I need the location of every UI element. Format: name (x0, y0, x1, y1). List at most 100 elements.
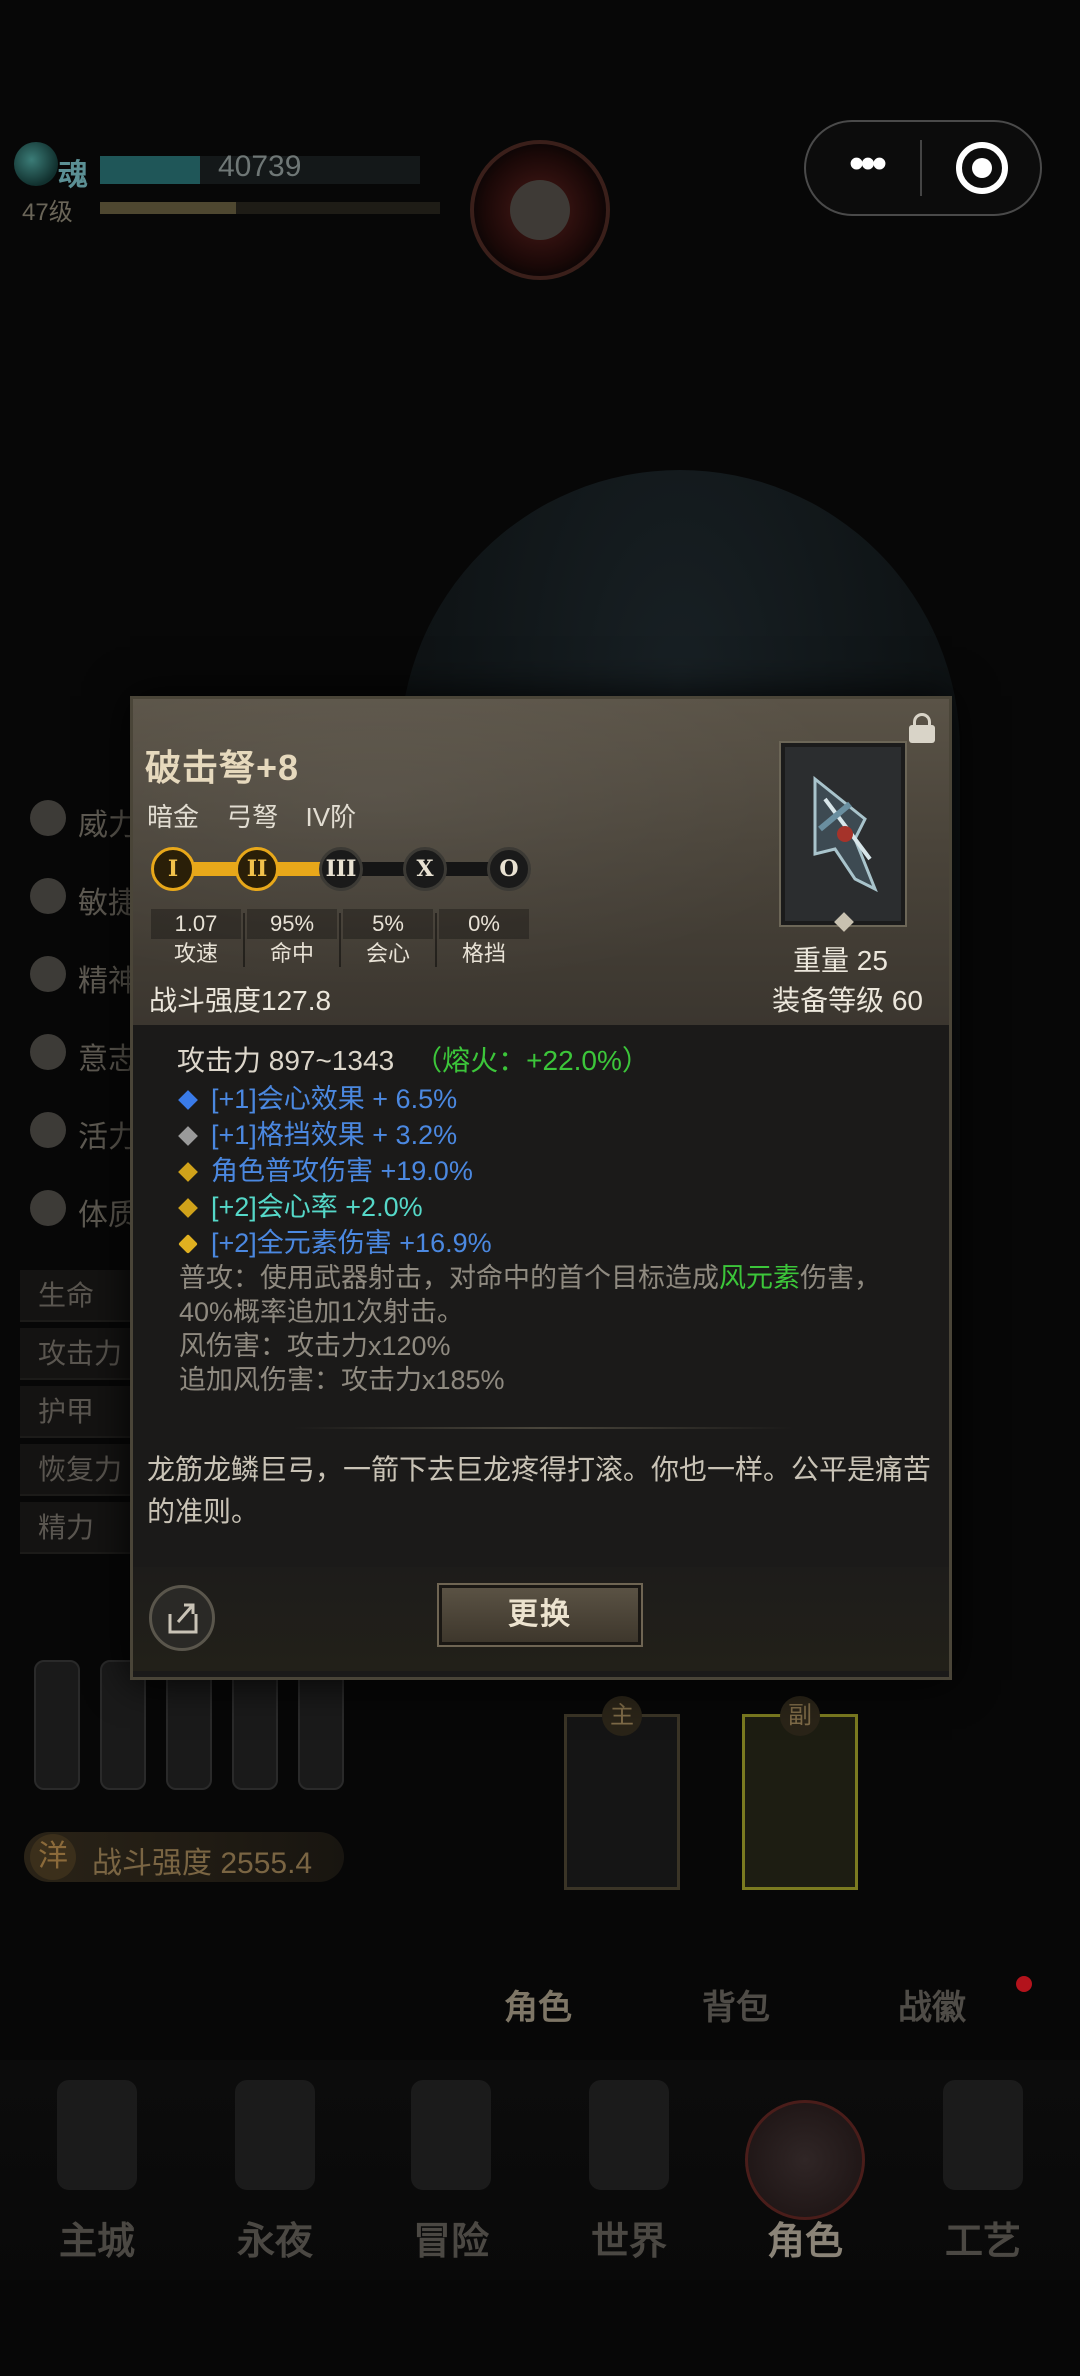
world-wheel-icon (589, 2080, 669, 2190)
action-bar: 更换 (133, 1567, 949, 1671)
item-quality: 暗金 (147, 802, 200, 832)
main-slot-tag: 主 (602, 1696, 642, 1736)
stat-spirit[interactable]: 精神 (30, 950, 140, 1000)
capsule-divider (920, 140, 922, 196)
castle-icon (57, 2080, 137, 2190)
bottom-nav: 主城 永夜 冒险 世界 角色 工艺 (0, 2060, 1080, 2280)
stat-crit: 5% 会心 (343, 909, 437, 971)
character-tabs: 角色 背包 战徽 (0, 1980, 1080, 2050)
affix-basic-attack: 角色普攻伤害 +19.0% (177, 1149, 473, 1188)
swap-button[interactable]: 更换 (437, 1583, 643, 1647)
element-keyword: 风元素 (719, 1263, 800, 1293)
affix-element-damage: [+2]全元素伤害 +16.9% (177, 1221, 492, 1260)
stat-will[interactable]: 意志 (30, 1028, 140, 1078)
player-level: 47级 (22, 199, 73, 226)
vitality-icon (30, 1112, 66, 1148)
main-hand-slot[interactable] (564, 1714, 680, 1890)
frame-gem (834, 912, 854, 932)
tab-emblem[interactable]: 战徽 (898, 1980, 966, 2029)
item-lore: 龙筋龙鳞巨弓，一箭下去巨龙疼得打滚。你也一样。公平是痛苦的准则。 (147, 1454, 932, 1527)
sub-slot-tag: 副 (780, 1696, 820, 1736)
item-body: 攻击力 897~1343 （熔火：+22.0%） [+1]会心效果 + 6.5% … (133, 1025, 949, 1677)
stat-attack-speed: 1.07 攻速 (151, 909, 245, 971)
rank-node: II (235, 847, 279, 891)
divider (293, 1427, 793, 1429)
close-miniprogram-icon[interactable] (956, 142, 1008, 194)
stat-vitality[interactable]: 活力 (30, 1106, 140, 1156)
affix-bullet-icon (178, 1089, 198, 1110)
anvil-icon (943, 2080, 1023, 2190)
spirit-icon (30, 956, 66, 992)
rank-node: X (403, 847, 447, 891)
tab-backpack[interactable]: 背包 (702, 1980, 770, 2029)
affix-bullet-icon (178, 1233, 198, 1254)
agility-icon (30, 878, 66, 914)
nav-character[interactable]: 角色 (720, 2060, 890, 2280)
power-icon (30, 800, 66, 836)
tab-character[interactable]: 角色 (504, 1980, 572, 2029)
attr-hp: 生命 (20, 1270, 130, 1322)
item-tier: IV阶 (305, 802, 357, 832)
notification-dot (1016, 1976, 1032, 1992)
adventure-icon (411, 2080, 491, 2190)
rank-ladder: I II III X O (151, 847, 531, 891)
will-icon (30, 1034, 66, 1070)
rank-node: O (487, 847, 531, 891)
stat-accuracy: 95% 命中 (247, 909, 341, 971)
constitution-icon (30, 1190, 66, 1226)
item-icon-frame (779, 741, 907, 932)
item-stats: 1.07 攻速 95% 命中 5% 会心 0% 格挡 (151, 909, 531, 971)
attr-attack: 攻击力 (20, 1328, 130, 1380)
soul-bar (100, 156, 200, 184)
lock-icon[interactable] (907, 713, 937, 743)
off-hand-slot[interactable] (742, 1714, 858, 1890)
more-icon[interactable]: ••• (836, 142, 896, 186)
attack-bonus: （熔火：+22.0%） (414, 1045, 650, 1076)
item-weight: 重量 25 (793, 945, 888, 976)
nav-eternal-night[interactable]: 永夜 (190, 2060, 360, 2280)
nav-world[interactable]: 世界 (544, 2060, 714, 2280)
stat-power[interactable]: 威力 (30, 794, 140, 844)
attr-energy: 精力 (20, 1502, 130, 1554)
helmet-icon (745, 2100, 865, 2220)
stat-agility[interactable]: 敏捷 (30, 872, 140, 922)
combat-power-icon: 洋 (30, 1834, 76, 1880)
item-name: 破击弩+8 (145, 747, 300, 788)
rank-node: III (319, 847, 363, 891)
share-icon (168, 1603, 198, 1634)
extra-damage-line: 追加风伤害：攻击力x185% (179, 1365, 505, 1395)
total-combat-power: 战斗强度 2555.4 (92, 1847, 313, 1880)
item-header: 破击弩+8 暗金 弓弩 IV阶 I II III X O 1.07 攻速 95% 命… (133, 699, 949, 1025)
affix-crit-rate: [+2]会心率 +2.0% (177, 1185, 423, 1224)
affix-block-effect: [+1]格挡效果 + 3.2% (177, 1113, 457, 1152)
night-icon (235, 2080, 315, 2190)
axe-icon (510, 180, 570, 240)
attr-recovery: 恢复力 (20, 1444, 130, 1496)
share-button[interactable] (149, 1585, 215, 1651)
affix-crit-effect: [+1]会心效果 + 6.5% (177, 1077, 457, 1116)
affix-bullet-icon (178, 1197, 198, 1218)
xp-bar-fill (100, 202, 236, 214)
attack-line: 攻击力 897~1343 （熔火：+22.0%） (177, 1039, 650, 1079)
affix-bullet-icon (178, 1125, 198, 1146)
item-tags: 暗金 弓弩 IV阶 (147, 797, 376, 834)
soul-value: 40739 (218, 150, 302, 183)
item-detail-modal: 破击弩+8 暗金 弓弩 IV阶 I II III X O 1.07 攻速 95% 命… (130, 696, 952, 1680)
attack-value: 攻击力 897~1343 (177, 1045, 395, 1076)
affix-bullet-icon (178, 1161, 198, 1182)
crossbow-icon (813, 775, 878, 893)
attr-armor: 护甲 (20, 1386, 130, 1438)
equip-level: 装备等级 60 (772, 985, 923, 1016)
nav-craft[interactable]: 工艺 (898, 2060, 1068, 2280)
rank-node: I (151, 847, 195, 891)
nav-adventure[interactable]: 冒险 (366, 2060, 536, 2280)
soul-label: 魂 (58, 159, 88, 192)
item-type: 弓弩 (226, 802, 279, 832)
stat-constitution[interactable]: 体质 (30, 1184, 140, 1234)
damage-line: 风伤害：攻击力x120% (179, 1331, 451, 1361)
potion-slot[interactable] (34, 1660, 80, 1790)
stat-block: 0% 格挡 (439, 909, 529, 971)
soul-icon (14, 142, 58, 186)
item-combat-power: 战斗强度127.8 (149, 985, 332, 1016)
nav-main-city[interactable]: 主城 (12, 2060, 182, 2280)
